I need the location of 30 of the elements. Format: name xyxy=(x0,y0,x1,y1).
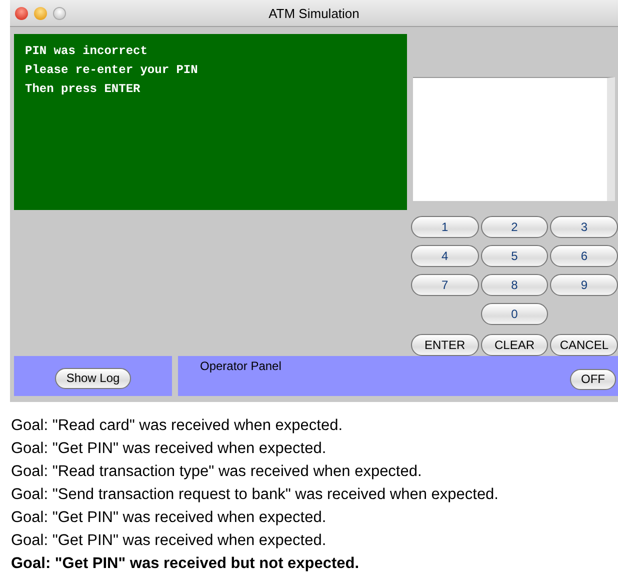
panel-label: Operator Panel xyxy=(200,359,282,373)
minimize-icon[interactable] xyxy=(34,6,47,20)
keypad-key[interactable]: CANCEL xyxy=(550,334,618,356)
keypad-key[interactable]: 3 xyxy=(550,216,618,238)
keypad-key[interactable]: 4 xyxy=(411,245,479,267)
keypad-key[interactable]: 9 xyxy=(550,274,618,296)
keypad-key[interactable]: 1 xyxy=(411,216,479,238)
log-line: Goal: "Get PIN" was received but not expected. xyxy=(11,554,360,574)
keypad-key[interactable]: CLEAR xyxy=(480,334,548,356)
power-button[interactable]: OFF xyxy=(570,368,616,390)
show-log-button[interactable]: Show Log xyxy=(55,368,131,388)
screen-text: Then press ENTER xyxy=(25,81,142,98)
zoom-icon[interactable] xyxy=(53,6,66,20)
keypad-key[interactable]: 7 xyxy=(411,274,479,296)
log-line: Goal: "Read card" was received when expected. xyxy=(11,416,344,436)
close-icon[interactable] xyxy=(15,6,28,20)
log-line: Goal: "Get PIN" was received when expected. xyxy=(11,531,328,551)
window-title: ATM Simulation xyxy=(268,6,360,20)
keypad-key[interactable]: ENTER xyxy=(411,334,479,356)
keypad-key[interactable]: 2 xyxy=(480,216,548,238)
log-line: Goal: "Send transaction request to bank" was received when expected. xyxy=(11,485,500,505)
screen-text: Please re-enter your PIN xyxy=(25,62,199,79)
keypad-key[interactable]: 5 xyxy=(480,245,548,267)
keypad-key[interactable]: 6 xyxy=(550,245,618,267)
log-line: Goal: "Get PIN" was received when expected. xyxy=(11,508,328,528)
keypad-key[interactable]: 8 xyxy=(480,274,548,296)
log-line: Goal: "Read transaction type" was received when expected. xyxy=(11,462,423,482)
log-line: Goal: "Get PIN" was received when expected. xyxy=(11,439,328,459)
screen-text: PIN was incorrect xyxy=(25,43,148,60)
keypad-key[interactable]: 0 xyxy=(481,303,548,325)
